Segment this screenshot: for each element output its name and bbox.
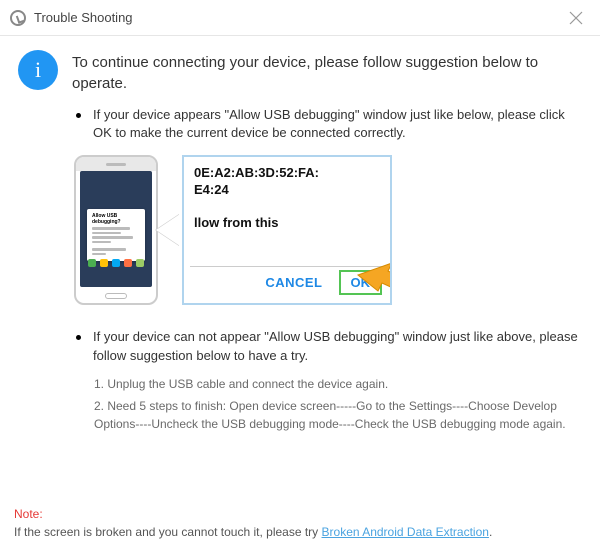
note-body-before: If the screen is broken and you cannot t… [14, 525, 322, 539]
instruction-1: If your device appears "Allow USB debugg… [70, 106, 586, 142]
bullet-icon [76, 335, 81, 340]
phone-mockup: Allow USB debugging? [74, 155, 158, 305]
usb-debug-dialog-zoom: 0E:A2:AB:3D:52:FA: E4:24 llow from this … [182, 155, 392, 305]
title-left: Trouble Shooting [10, 10, 133, 26]
info-icon: i [18, 50, 58, 90]
note-label: Note: [14, 507, 43, 521]
instruction-2-text: If your device can not appear "Allow USB… [93, 328, 586, 364]
step-1: 1. Unplug the USB cable and connect the … [94, 375, 586, 393]
allow-text-fragment: llow from this [194, 215, 382, 230]
note-section: Note: If the screen is broken and you ca… [14, 505, 586, 541]
dialog-ok-button[interactable]: OK [339, 270, 383, 295]
instruction-2: If your device can not appear "Allow USB… [70, 328, 586, 364]
close-button[interactable] [564, 6, 588, 30]
dialog-body: i To continue connecting your device, pl… [0, 36, 600, 447]
close-icon [569, 11, 583, 25]
titlebar: Trouble Shooting [0, 0, 600, 36]
app-icon [10, 10, 26, 26]
callout-pointer-icon [156, 214, 180, 246]
step-2: 2. Need 5 steps to finish: Open device s… [94, 397, 586, 433]
intro-text: To continue connecting your device, plea… [72, 50, 586, 94]
window-title: Trouble Shooting [34, 10, 133, 25]
dialog-cancel-button[interactable]: CANCEL [265, 275, 322, 290]
rsa-fingerprint-1: 0E:A2:AB:3D:52:FA: [194, 165, 382, 180]
note-body-after: . [489, 525, 492, 539]
illustration: Allow USB debugging? [74, 150, 586, 310]
phone-popup-title: Allow USB debugging? [92, 213, 140, 225]
bullet-icon [76, 113, 81, 118]
substeps: 1. Unplug the USB cable and connect the … [94, 375, 586, 433]
broken-android-link[interactable]: Broken Android Data Extraction [322, 525, 489, 539]
rsa-fingerprint-2: E4:24 [194, 182, 382, 197]
instruction-1-text: If your device appears "Allow USB debugg… [93, 106, 586, 142]
